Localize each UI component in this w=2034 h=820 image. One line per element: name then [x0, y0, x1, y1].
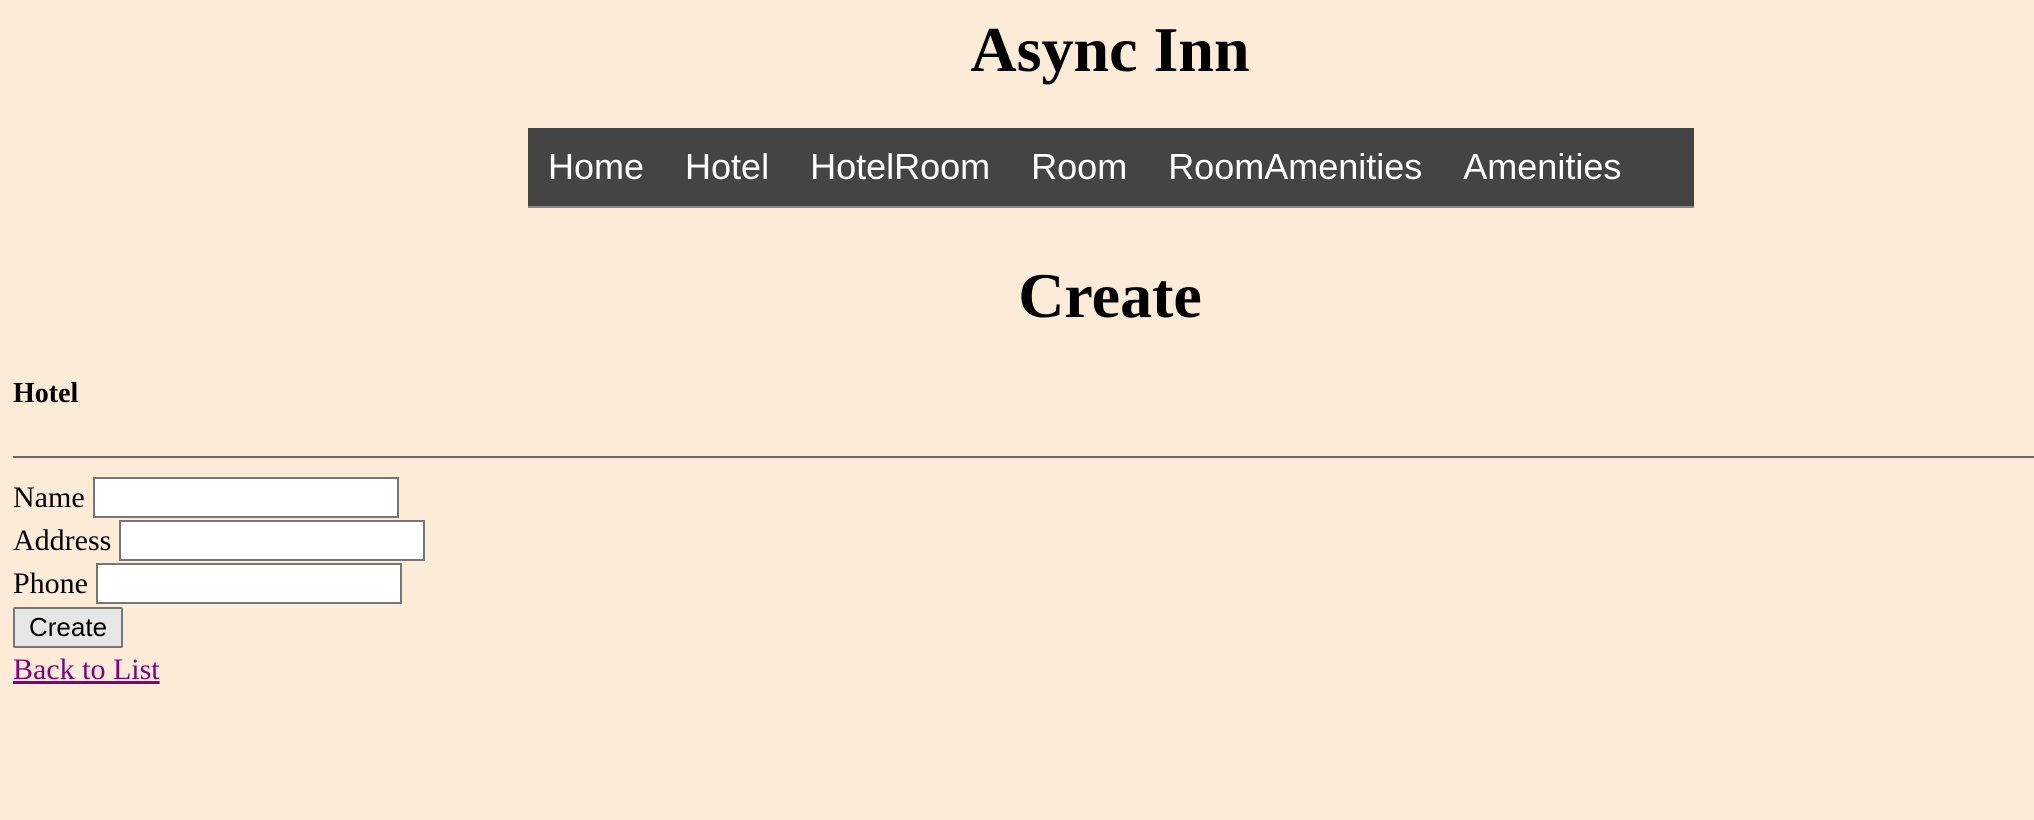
site-header: Async Inn [0, 0, 2034, 88]
address-label: Address [13, 524, 112, 557]
create-hotel-form: Name Address Phone Create Back to List [13, 476, 426, 690]
nav-item-home[interactable]: Home [548, 146, 644, 188]
site-title: Async Inn [970, 14, 1250, 85]
phone-label: Phone [13, 567, 88, 600]
address-input[interactable] [119, 520, 426, 561]
create-button[interactable]: Create [13, 607, 124, 648]
page-heading: Create [0, 256, 2034, 336]
nav-item-room[interactable]: Room [1031, 146, 1127, 188]
phone-input[interactable] [96, 563, 402, 604]
main-nav: Home Hotel HotelRoom Room RoomAmenities … [528, 128, 1694, 208]
nav-item-roomamenities[interactable]: RoomAmenities [1168, 146, 1422, 188]
section-title: Hotel [13, 378, 79, 409]
name-input[interactable] [92, 477, 399, 518]
nav-item-amenities[interactable]: Amenities [1463, 146, 1621, 188]
page-heading-text: Create [1018, 260, 1202, 331]
nav-item-hotel[interactable]: Hotel [685, 146, 769, 188]
name-label: Name [13, 481, 85, 514]
form-row-address: Address [13, 519, 426, 562]
form-row-phone: Phone [13, 562, 425, 605]
form-row-name: Name [13, 476, 425, 519]
back-to-list-link[interactable]: Back to List [13, 650, 425, 690]
divider [13, 456, 2034, 458]
nav-item-hotelroom[interactable]: HotelRoom [810, 146, 990, 188]
